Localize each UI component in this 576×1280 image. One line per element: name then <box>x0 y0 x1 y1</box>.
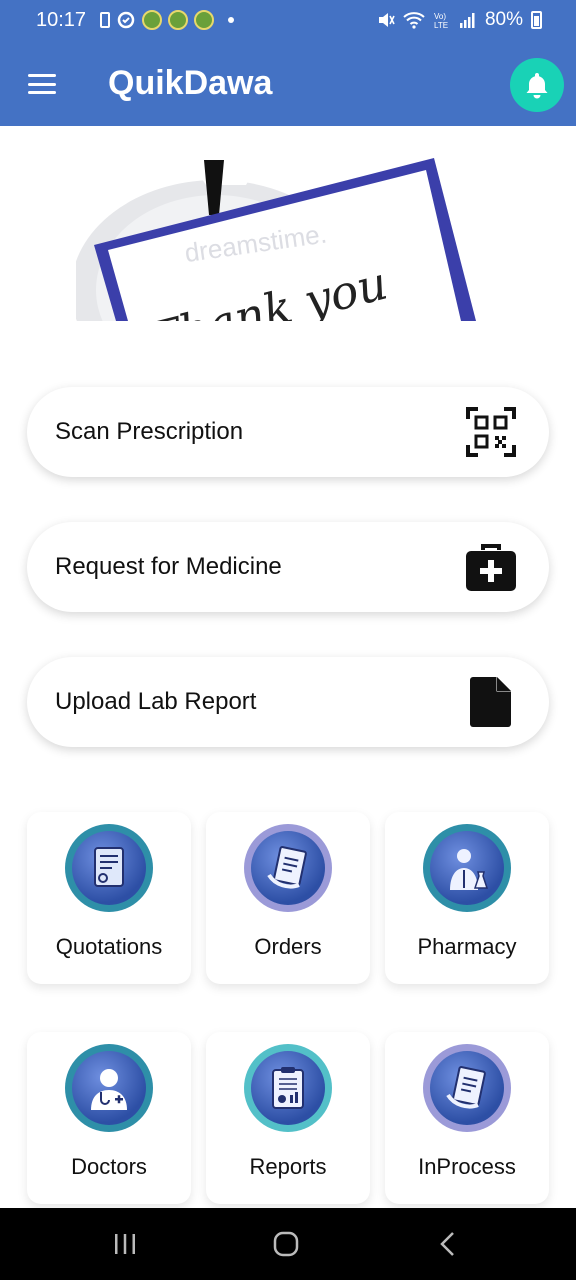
upload-lab-report-button[interactable]: Upload Lab Report <box>27 657 549 747</box>
tile-orders[interactable]: Orders <box>206 812 370 984</box>
sync-icon <box>117 11 135 29</box>
scan-prescription-label: Scan Prescription <box>55 418 244 445</box>
signal-icon <box>459 13 475 28</box>
orders-clipboard-icon <box>244 824 332 912</box>
scan-prescription-button[interactable]: Scan Prescription <box>27 387 549 477</box>
tile-label: Orders <box>254 934 322 959</box>
quotation-document-icon <box>65 824 153 912</box>
back-icon[interactable] <box>438 1231 458 1257</box>
tile-inprocess[interactable]: InProcess <box>385 1032 549 1204</box>
app-bar: QuikDawa <box>0 44 576 126</box>
recent-apps-icon[interactable] <box>112 1232 138 1256</box>
doctor-icon <box>65 1044 153 1132</box>
volte-icon: Vo)LTE <box>434 12 448 30</box>
hamburger-menu-icon[interactable] <box>28 74 56 94</box>
qr-code-icon <box>465 406 517 458</box>
svg-text:LTE: LTE <box>434 21 448 30</box>
status-time: 10:17 <box>36 9 87 31</box>
status-right: Vo) LTE 80% <box>377 9 542 31</box>
upload-lab-report-label: Upload Lab Report <box>55 688 257 715</box>
app-notification-icon <box>168 10 188 30</box>
tile-pharmacy[interactable]: Pharmacy <box>385 812 549 984</box>
tile-label: Pharmacy <box>417 934 517 959</box>
notification-button[interactable] <box>510 58 564 112</box>
tile-label: Quotations <box>55 934 163 959</box>
app-notification-icon <box>142 10 162 30</box>
pharmacist-icon <box>423 824 511 912</box>
notification-icons <box>100 10 234 30</box>
request-medicine-button[interactable]: Request for Medicine <box>27 522 549 612</box>
svg-text:Vo): Vo) <box>434 12 446 21</box>
battery-icon <box>531 11 542 29</box>
tile-label: InProcess <box>418 1154 516 1179</box>
wifi-icon <box>403 12 425 29</box>
thank-you-banner-image: dreamstime. Thank you <box>76 140 476 321</box>
inprocess-clipboard-icon <box>423 1044 511 1132</box>
reports-clipboard-icon <box>244 1044 332 1132</box>
system-navigation-bar <box>0 1208 576 1280</box>
tile-label: Doctors <box>71 1154 147 1179</box>
tile-label: Reports <box>249 1154 327 1179</box>
tile-reports[interactable]: Reports <box>206 1032 370 1204</box>
document-icon <box>465 676 517 728</box>
more-notifications-dot-icon <box>228 17 234 23</box>
bell-icon <box>526 73 548 99</box>
home-icon[interactable] <box>273 1231 299 1257</box>
app-title: QuikDawa <box>108 64 273 102</box>
request-medicine-label: Request for Medicine <box>55 553 282 580</box>
sim-icon <box>100 12 110 28</box>
mute-icon <box>378 13 395 27</box>
battery-percent: 80% <box>484 9 523 30</box>
medical-kit-icon <box>465 541 517 593</box>
app-notification-icon <box>194 10 214 30</box>
status-bar: 10:17 Vo) LTE 80% <box>0 0 576 44</box>
tile-quotations[interactable]: Quotations <box>27 812 191 984</box>
tile-doctors[interactable]: Doctors <box>27 1032 191 1204</box>
